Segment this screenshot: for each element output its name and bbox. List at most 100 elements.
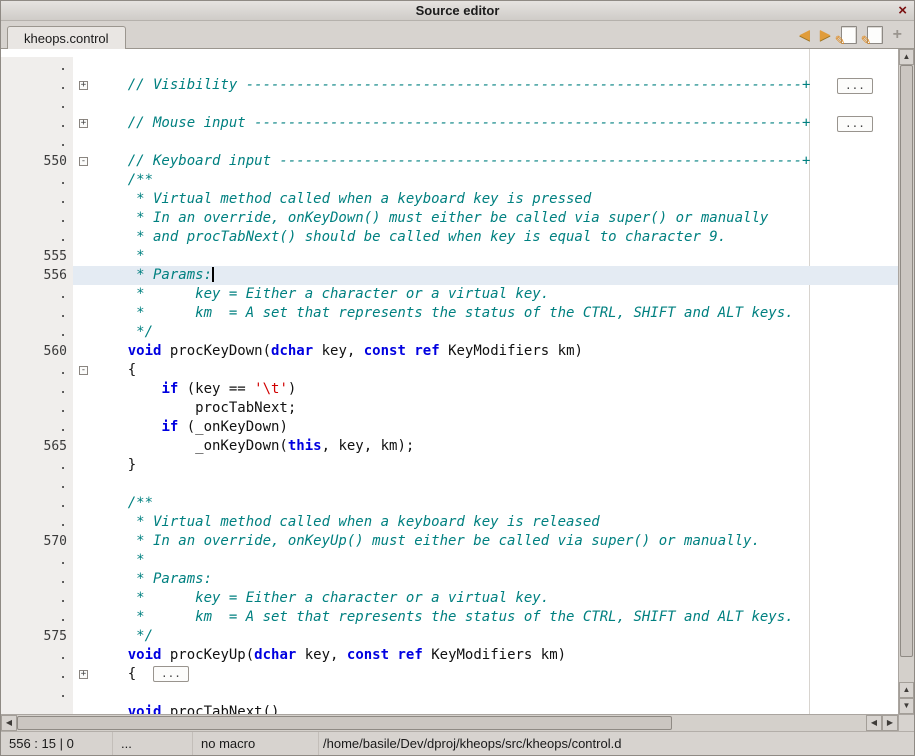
code-token: [94, 704, 128, 714]
code-line[interactable]: . * Params:: [1, 570, 898, 589]
code-token: const: [364, 343, 406, 359]
fold-toggle-icon[interactable]: -: [79, 157, 88, 166]
code-line[interactable]: . * km = A set that represents the statu…: [1, 608, 898, 627]
line-number: .: [1, 190, 73, 209]
line-number: 565: [1, 437, 73, 456]
code-line[interactable]: . procTabNext;: [1, 399, 898, 418]
forward-arrow-icon: ▶: [820, 26, 831, 42]
code-line[interactable]: . }: [1, 456, 898, 475]
move-handle[interactable]: +: [893, 26, 904, 44]
scroll-down-button[interactable]: ▼: [899, 698, 914, 714]
code-line[interactable]: 565 _onKeyDown(this, key, km);: [1, 437, 898, 456]
tab-kheops-control[interactable]: kheops.control: [7, 26, 126, 49]
code-line[interactable]: 575 */: [1, 627, 898, 646]
scroll-left-button[interactable]: ◀: [1, 715, 17, 731]
code-line[interactable]: . * key = Either a character or a virtua…: [1, 589, 898, 608]
code-line[interactable]: . *: [1, 551, 898, 570]
titlebar[interactable]: Source editor ×: [1, 1, 914, 21]
line-number: .: [1, 513, 73, 532]
code-line[interactable]: . * Virtual method called when a keyboar…: [1, 190, 898, 209]
code-text: [94, 475, 898, 494]
pencil-icon: ✎: [861, 33, 872, 49]
code-token: key,: [296, 647, 347, 663]
code-token: this: [288, 438, 322, 454]
code-line[interactable]: 570 * In an override, onKeyUp() must eit…: [1, 532, 898, 551]
code-line[interactable]: .: [1, 95, 898, 114]
text-caret: [212, 267, 214, 282]
scroll-right-button[interactable]: ▶: [882, 715, 898, 731]
fold-toggle-icon[interactable]: +: [79, 119, 88, 128]
fold-ellipsis-box[interactable]: ...: [837, 116, 873, 132]
code-text: * Virtual method called when a keyboard …: [94, 190, 898, 209]
code-token: * Virtual method called when a keyboard …: [94, 514, 600, 530]
vertical-scrollbar[interactable]: ▲ ▲ ▼: [898, 49, 914, 714]
code-line[interactable]: . * In an override, onKeyDown() must eit…: [1, 209, 898, 228]
fold-toggle-icon[interactable]: +: [79, 81, 88, 90]
fold-ellipsis-box[interactable]: ...: [837, 78, 873, 94]
code-line[interactable]: 560 void procKeyDown(dchar key, const re…: [1, 342, 898, 361]
code-token: * km = A set that represents the status …: [94, 609, 794, 625]
scroll-up-button-secondary[interactable]: ▲: [899, 682, 914, 698]
fold-gutter: [73, 703, 94, 714]
file-action-button-2[interactable]: ✎: [867, 26, 883, 44]
code-line[interactable]: . /**: [1, 494, 898, 513]
code-text: [94, 95, 898, 114]
code-token: * key = Either a character or a virtual …: [94, 590, 549, 606]
code-token: void: [128, 647, 162, 663]
fold-gutter: [73, 532, 94, 551]
scroll-left-button-secondary[interactable]: ◀: [866, 715, 882, 731]
code-line[interactable]: . if (key == '\t'): [1, 380, 898, 399]
code-line[interactable]: . void procKeyUp(dchar key, const ref Ke…: [1, 646, 898, 665]
code-line[interactable]: . * Virtual method called when a keyboar…: [1, 513, 898, 532]
code-line[interactable]: 550- // Keyboard input -----------------…: [1, 152, 898, 171]
code-token: [94, 381, 161, 397]
fold-toggle-icon[interactable]: -: [79, 366, 88, 375]
code-line[interactable]: . /**: [1, 171, 898, 190]
horizontal-scroll-thumb[interactable]: [17, 716, 672, 730]
code-editor[interactable]: ..+ // Visibility ----------------------…: [1, 49, 914, 714]
line-number: 575: [1, 627, 73, 646]
code-token: (_onKeyDown): [178, 419, 288, 435]
vertical-scroll-track[interactable]: [899, 657, 914, 682]
code-line[interactable]: .+ // Mouse input ----------------------…: [1, 114, 898, 133]
code-line[interactable]: . if (_onKeyDown): [1, 418, 898, 437]
fold-gutter: [73, 475, 94, 494]
code-text: /**: [94, 171, 898, 190]
scroll-up-button[interactable]: ▲: [899, 49, 914, 65]
horizontal-scroll-track[interactable]: [672, 715, 866, 731]
nav-back-button[interactable]: ◀: [799, 26, 810, 44]
code-line[interactable]: . * km = A set that represents the statu…: [1, 304, 898, 323]
code-line[interactable]: .- {: [1, 361, 898, 380]
macro-status: no macro: [193, 732, 319, 755]
horizontal-scrollbar-row: ◀ ◀ ▶: [1, 714, 914, 731]
code-line[interactable]: . * and procTabNext() should be called w…: [1, 228, 898, 247]
code-line[interactable]: . * key = Either a character or a virtua…: [1, 285, 898, 304]
code-text: * Params:: [94, 570, 898, 589]
code-line[interactable]: 555 *: [1, 247, 898, 266]
status-pending: ...: [113, 732, 193, 755]
code-line[interactable]: .+ { ...: [1, 665, 898, 684]
close-icon[interactable]: ×: [898, 2, 907, 20]
line-number: .: [1, 95, 73, 114]
code-text: {: [94, 361, 898, 380]
file-action-button-1[interactable]: ✎: [841, 26, 857, 44]
vertical-scroll-thumb[interactable]: [900, 65, 913, 657]
code-line[interactable]: 556 * Params:: [1, 266, 898, 285]
code-text: // Keyboard input ----------------------…: [94, 152, 898, 171]
code-line[interactable]: .: [1, 684, 898, 703]
code-line[interactable]: .+ // Visibility -----------------------…: [1, 76, 898, 95]
code-line[interactable]: .: [1, 133, 898, 152]
code-line[interactable]: .: [1, 475, 898, 494]
file-path: /home/basile/Dev/dproj/kheops/src/kheops…: [319, 732, 914, 755]
fold-ellipsis-box[interactable]: ...: [153, 666, 189, 682]
left-arrow-icon: ◀: [871, 719, 877, 727]
nav-forward-button[interactable]: ▶: [820, 26, 831, 44]
code-line[interactable]: .: [1, 57, 898, 76]
code-text: * key = Either a character or a virtual …: [94, 589, 898, 608]
horizontal-scrollbar[interactable]: ◀ ◀ ▶: [1, 715, 898, 731]
fold-gutter: [73, 323, 94, 342]
fold-gutter: [73, 57, 94, 76]
code-line[interactable]: . void procTabNext(): [1, 703, 898, 714]
fold-toggle-icon[interactable]: +: [79, 670, 88, 679]
code-line[interactable]: . */: [1, 323, 898, 342]
